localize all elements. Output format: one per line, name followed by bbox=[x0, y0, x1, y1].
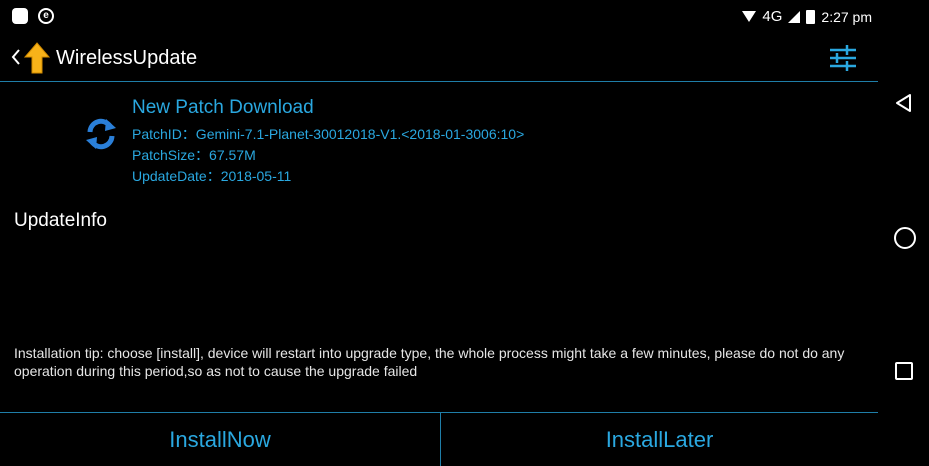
navigation-bar bbox=[878, 0, 929, 466]
settings-sliders-icon[interactable] bbox=[828, 44, 858, 72]
nav-home-icon[interactable] bbox=[894, 227, 916, 249]
install-later-button[interactable]: InstallLater bbox=[441, 413, 878, 466]
app-title: WirelessUpdate bbox=[56, 47, 198, 69]
status-notifications: e bbox=[12, 8, 54, 24]
patch-update-date: UpdateDate：2018-05-11 bbox=[132, 168, 292, 184]
patch-id: PatchID：Gemini-7.1-Planet-30012018-V1.<2… bbox=[132, 126, 525, 142]
wifi-icon bbox=[742, 11, 757, 22]
back-arrow-icon[interactable] bbox=[10, 47, 22, 67]
signal-icon bbox=[788, 10, 801, 23]
status-indicators: 4G 2:27 pm bbox=[742, 8, 872, 25]
battery-icon bbox=[806, 9, 816, 24]
nav-recent-icon[interactable] bbox=[895, 362, 913, 380]
network-type: 4G bbox=[762, 8, 783, 25]
notification-icon bbox=[12, 8, 28, 24]
update-info-heading: UpdateInfo bbox=[14, 210, 107, 231]
status-time: 2:27 pm bbox=[821, 8, 872, 25]
installation-tip: Installation tip: choose [install], devi… bbox=[14, 345, 845, 379]
e-app-icon: e bbox=[38, 8, 54, 24]
refresh-icon bbox=[86, 118, 116, 150]
patch-title: New Patch Download bbox=[132, 97, 314, 118]
status-bar: e 4G 2:27 pm bbox=[0, 0, 878, 34]
app-bar: WirelessUpdate bbox=[0, 34, 878, 82]
update-arrow-logo-icon bbox=[24, 42, 50, 74]
install-now-button[interactable]: InstallNow bbox=[0, 413, 440, 466]
patch-size: PatchSize：67.57M bbox=[132, 147, 256, 163]
nav-back-icon[interactable] bbox=[894, 93, 914, 113]
